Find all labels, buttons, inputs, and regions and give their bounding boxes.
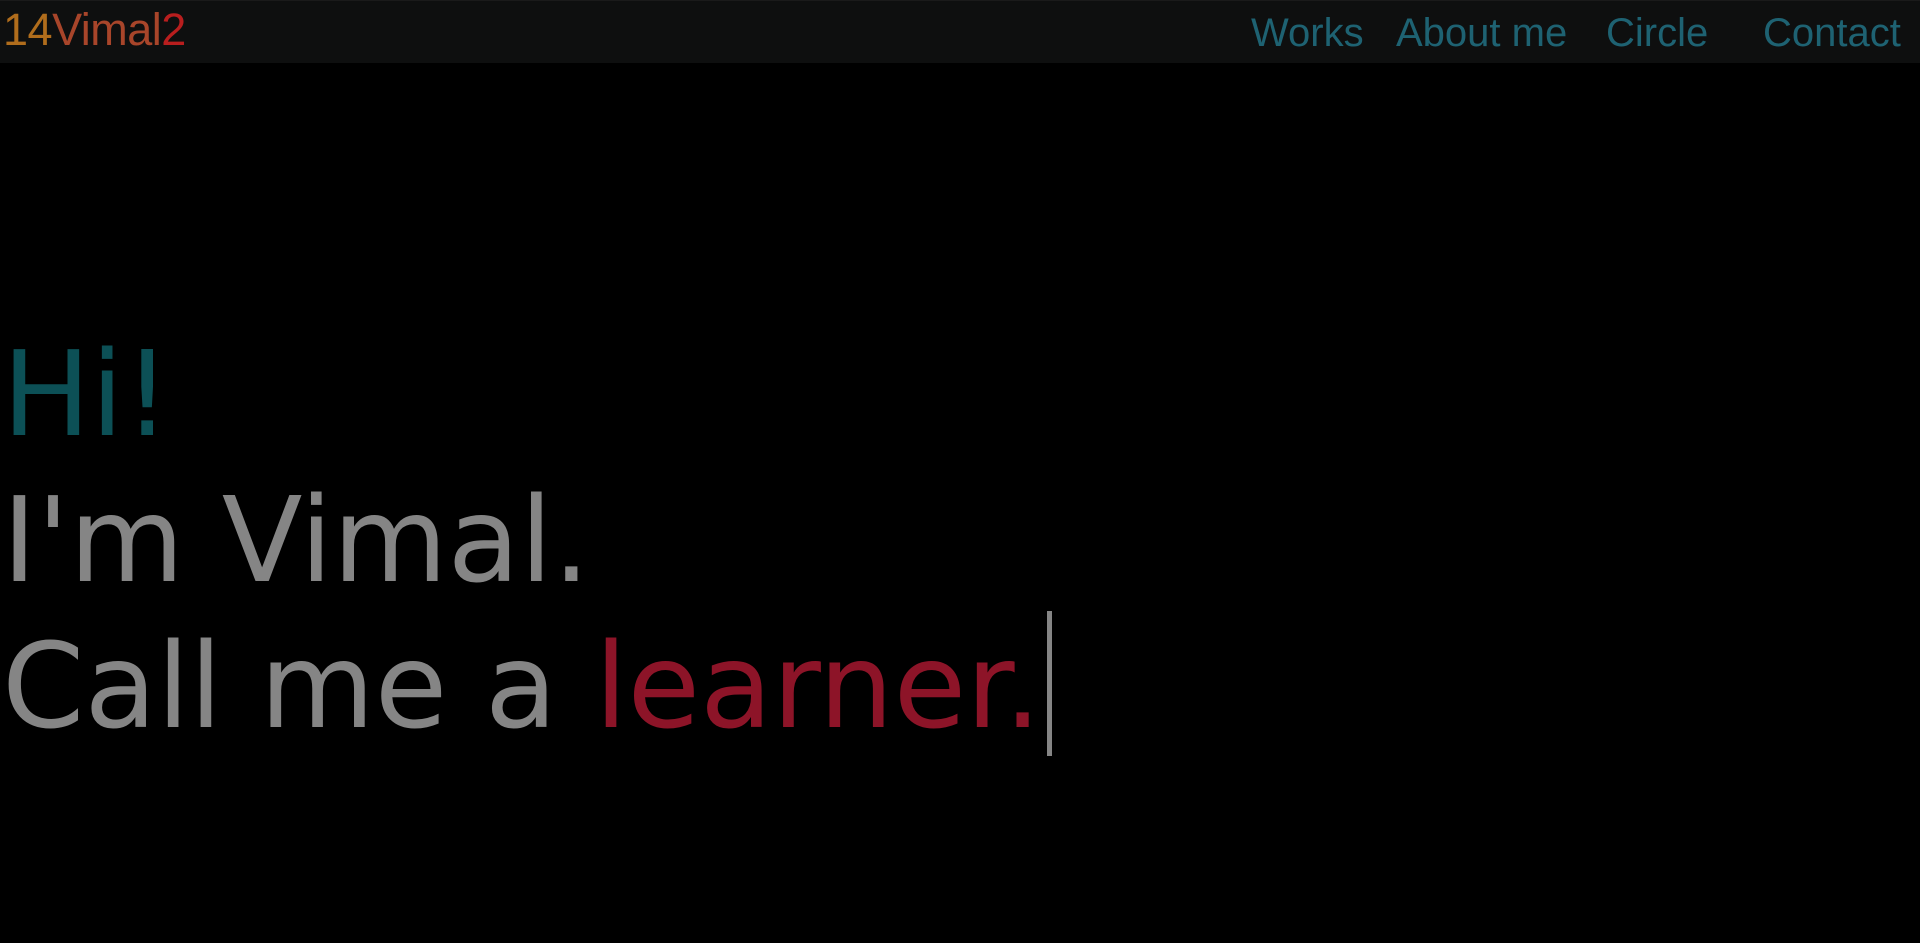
hero-intro: I'm Vimal. [2,471,591,609]
nav-link-contact[interactable]: Contact [1763,13,1901,53]
main-nav: Works About me Circle Contact [0,13,1920,53]
typing-cursor [1047,611,1053,756]
nav-link-works[interactable]: Works [1251,13,1364,53]
nav-link-about-me[interactable]: About me [1396,13,1567,53]
hero-greeting: Hi! [2,325,171,463]
hero-tagline-prefix: Call me a [2,617,595,755]
hero-tagline-word: learner. [594,617,1042,755]
nav-link-circle[interactable]: Circle [1606,13,1708,53]
top-navbar: 14 Vimal 2 Works About me Circle Contact [0,0,1920,63]
hero-tagline: Call me a learner. [2,611,1053,756]
